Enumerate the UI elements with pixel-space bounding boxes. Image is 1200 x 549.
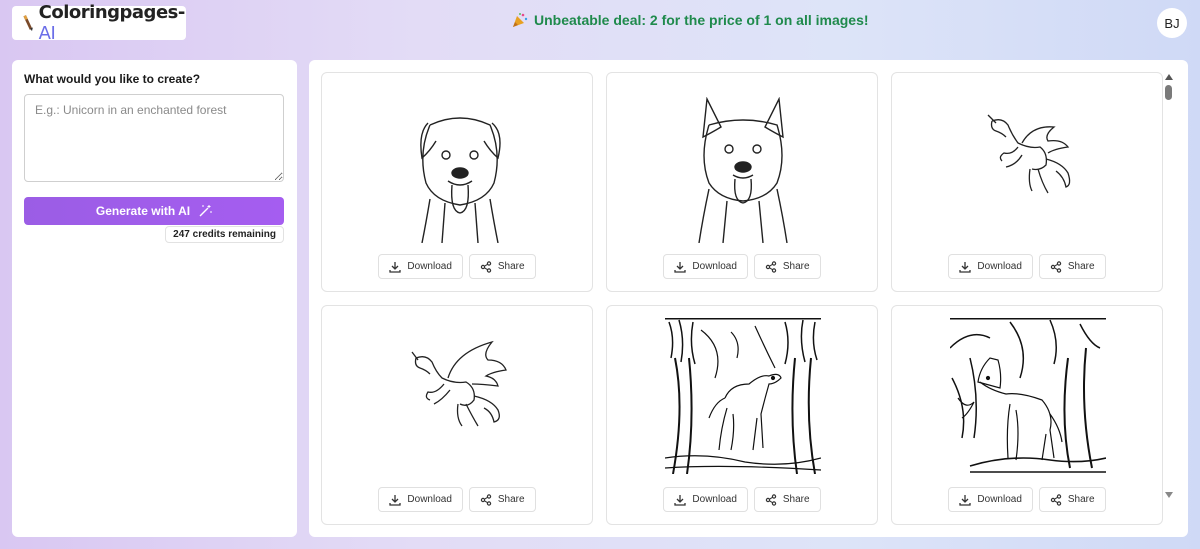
party-popper-icon (513, 13, 528, 27)
share-icon (480, 260, 492, 273)
german-shepherd-coloring-image[interactable] (693, 97, 793, 243)
download-button[interactable]: Download (663, 254, 748, 279)
share-label: Share (497, 494, 525, 505)
share-button[interactable]: Share (1038, 254, 1106, 279)
share-label: Share (782, 494, 810, 505)
image-card: Download Share (321, 72, 593, 292)
share-icon (1050, 260, 1062, 273)
unicorn-coloring-image[interactable] (410, 338, 510, 432)
share-icon (765, 493, 777, 506)
unicorn-coloring-image[interactable] (982, 113, 1082, 207)
scroll-thumb[interactable] (1165, 85, 1172, 100)
deal-text: Unbeatable deal: 2 for the price of 1 on… (534, 12, 869, 28)
gallery-scrollbar[interactable] (1162, 72, 1174, 502)
share-label: Share (497, 261, 525, 272)
download-icon (959, 261, 972, 273)
create-panel: What would you like to create? Generate … (12, 60, 297, 537)
card-actions: Download Share (892, 254, 1162, 279)
download-label: Download (692, 494, 737, 505)
download-icon (674, 261, 687, 273)
dog-coloring-image[interactable] (400, 103, 520, 243)
prompt-input[interactable] (24, 94, 284, 182)
card-actions: Download Share (607, 254, 877, 279)
top-bar: Coloringpages-AI Unbeatable deal: 2 for … (0, 0, 1200, 46)
download-icon (674, 494, 687, 506)
share-icon (480, 493, 492, 506)
gallery-panel: Download Share Download Share Download S… (309, 60, 1188, 537)
dog-forest-coloring-image[interactable] (950, 318, 1106, 474)
download-icon (959, 494, 972, 506)
download-label: Download (977, 261, 1022, 272)
share-button[interactable]: Share (753, 254, 821, 279)
generate-button[interactable]: Generate with AI (24, 197, 284, 225)
download-button[interactable]: Download (663, 487, 748, 512)
prompt-label: What would you like to create? (24, 72, 201, 86)
share-button[interactable]: Share (753, 487, 821, 512)
scroll-down-arrow-icon[interactable] (1165, 492, 1173, 498)
generate-button-label: Generate with AI (95, 204, 191, 218)
share-icon (1050, 493, 1062, 506)
share-label: Share (1067, 494, 1095, 505)
image-card: Download Share (606, 305, 878, 525)
avatar[interactable]: BJ (1157, 8, 1187, 38)
logo[interactable]: Coloringpages-AI (12, 2, 186, 44)
share-icon (765, 260, 777, 273)
share-label: Share (1067, 261, 1095, 272)
card-actions: Download Share (322, 254, 592, 279)
credits-badge: 247 credits remaining (165, 226, 284, 243)
download-icon (389, 494, 402, 506)
card-actions: Download Share (892, 487, 1162, 512)
magic-wand-icon (199, 205, 212, 217)
download-label: Download (407, 494, 452, 505)
share-button[interactable]: Share (468, 487, 536, 512)
share-button[interactable]: Share (1038, 487, 1106, 512)
download-label: Download (692, 261, 737, 272)
download-label: Download (407, 261, 452, 272)
dog-forest-coloring-image[interactable] (665, 318, 821, 474)
scroll-up-arrow-icon[interactable] (1165, 74, 1173, 80)
card-actions: Download Share (607, 487, 877, 512)
share-label: Share (782, 261, 810, 272)
card-actions: Download Share (322, 487, 592, 512)
download-button[interactable]: Download (948, 254, 1033, 279)
download-button[interactable]: Download (378, 254, 463, 279)
logo-text: Coloringpages-AI (38, 2, 186, 44)
image-card: Download Share (891, 305, 1163, 525)
download-button[interactable]: Download (378, 487, 463, 512)
image-card: Download Share (891, 72, 1163, 292)
download-icon (389, 261, 402, 273)
pencil-icon (23, 15, 33, 32)
promo-banner: Unbeatable deal: 2 for the price of 1 on… (512, 12, 869, 28)
share-button[interactable]: Share (468, 254, 536, 279)
download-button[interactable]: Download (948, 487, 1033, 512)
image-card: Download Share (321, 305, 593, 525)
download-label: Download (977, 494, 1022, 505)
image-card: Download Share (606, 72, 878, 292)
